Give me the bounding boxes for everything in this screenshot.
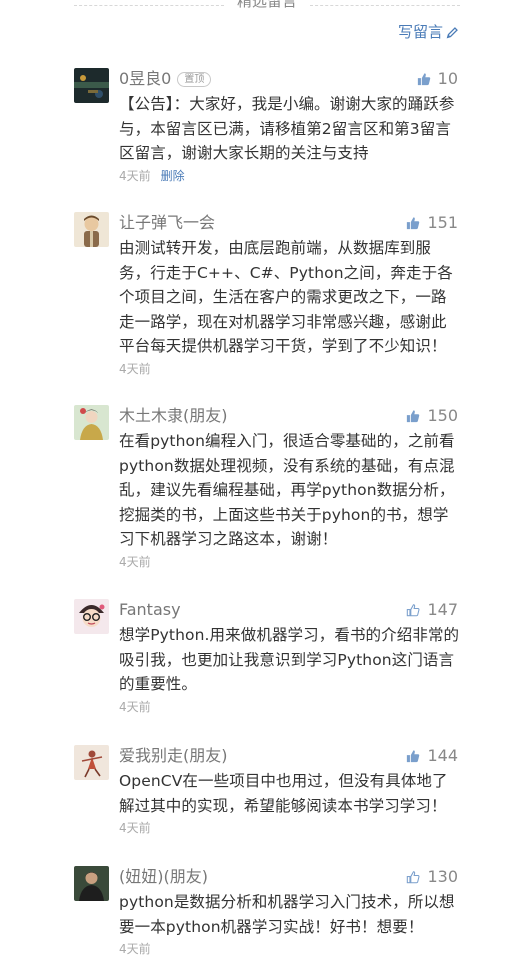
costume-portrait-avatar-icon <box>74 405 109 440</box>
like-button[interactable]: 10 <box>417 68 458 90</box>
write-comment-link[interactable]: 写留言 <box>398 22 459 42</box>
like-button[interactable]: 144 <box>406 745 458 767</box>
comment-time: 4天前 <box>119 168 151 183</box>
comment-item: 0昱良0 置顶 10 【公告】：大家好，我是小编。谢谢大家的踊跃参与，本留言区已… <box>74 68 460 184</box>
comment-time: 4天前 <box>119 942 151 956</box>
comment-nickname[interactable]: (妞妞)(朋友) <box>119 866 208 888</box>
comment-nickname[interactable]: Fantasy <box>119 599 181 621</box>
comment-text: 想学Python.用来做机器学习，看书的介绍非常的吸引我，也更加让我意识到学习P… <box>119 626 460 693</box>
thumbs-up-icon <box>407 410 420 423</box>
avatar[interactable] <box>74 745 109 780</box>
thumbs-up-outline-icon <box>407 604 420 617</box>
comment-text: 由测试转开发，由底层跑前端，从数据库到服务，行走于C++、C#、Python之间… <box>119 239 453 355</box>
cartoon-glasses-avatar-icon <box>74 599 109 634</box>
pinned-badge: 置顶 <box>177 71 212 87</box>
comment-nickname[interactable]: 0昱良0 <box>119 68 171 90</box>
comment-nickname[interactable]: 木土木隶(朋友) <box>119 405 228 427</box>
section-header: 精选留言 <box>74 0 460 14</box>
avatar[interactable] <box>74 405 109 440</box>
divider-right <box>310 5 460 6</box>
avatar[interactable] <box>74 599 109 634</box>
comment-time: 4天前 <box>119 554 151 569</box>
like-count: 144 <box>427 746 458 765</box>
like-button[interactable]: 150 <box>406 405 458 427</box>
avatar[interactable] <box>74 866 109 901</box>
comment-item: Fantasy 147 想学Python.用来做机器学习，看书的介绍非常的吸引我… <box>74 599 460 715</box>
like-button[interactable]: 151 <box>406 212 458 234</box>
comment-item: 让子弹飞一会 151 由测试转开发，由底层跑前端，从数据库到服务，行走于C++、… <box>74 212 460 377</box>
comments-page: 精选留言 写留言 0昱良0 置顶 10 【公告】：大家好，我是小编。谢谢大家的踊… <box>0 0 530 957</box>
comment-item: 木土木隶(朋友) 150 在看python编程入门，很适合零基础的，之前看pyt… <box>74 405 460 570</box>
pencil-icon <box>446 26 458 38</box>
write-comment-label: 写留言 <box>397 23 443 41</box>
like-button[interactable]: 130 <box>406 866 458 888</box>
dancer-avatar-icon <box>74 745 109 780</box>
avatar[interactable] <box>74 212 109 247</box>
comment-time: 4天前 <box>119 699 151 714</box>
man-portrait-avatar-icon <box>74 866 109 901</box>
comment-item: (妞妞)(朋友) 130 python是数据分析和机器学习入门技术，所以想要一本… <box>74 866 460 957</box>
like-button[interactable]: 147 <box>406 599 458 621</box>
comment-text: python是数据分析和机器学习入门技术，所以想要一本python机器学习实战！… <box>119 893 455 936</box>
comment-text: 在看python编程入门，很适合零基础的，之前看python数据处理视频，没有系… <box>119 432 455 548</box>
delete-button[interactable]: 删除 <box>161 169 185 183</box>
comment-text: 【公告】：大家好，我是小编。谢谢大家的踊跃参与，本留言区已满，请移植第2留言区和… <box>119 95 455 162</box>
thumbs-up-icon <box>407 217 420 230</box>
like-count: 130 <box>427 867 458 886</box>
thumbs-up-icon <box>417 73 430 86</box>
comment-nickname[interactable]: 让子弹飞一会 <box>119 212 215 234</box>
like-count: 147 <box>427 600 458 619</box>
comment-time: 4天前 <box>119 821 151 835</box>
comment-time: 4天前 <box>119 361 151 376</box>
avatar[interactable] <box>74 68 109 103</box>
like-count: 150 <box>427 406 458 425</box>
comment-item: 爱我别走(朋友) 144 OpenCV在一些项目中也用过，但没有具体地了解过其中… <box>74 745 460 836</box>
comment-nickname[interactable]: 爱我别走(朋友) <box>119 745 228 767</box>
cartoon-figure-avatar-icon <box>74 212 109 247</box>
comment-text: OpenCV在一些项目中也用过，但没有具体地了解过其中的实现，希望能够阅读本书学… <box>119 772 448 815</box>
thumbs-up-icon <box>407 750 420 763</box>
like-count: 151 <box>427 213 458 232</box>
thumbs-up-outline-icon <box>407 871 420 884</box>
like-count: 10 <box>437 69 458 88</box>
dark-landscape-avatar-icon <box>74 68 109 103</box>
